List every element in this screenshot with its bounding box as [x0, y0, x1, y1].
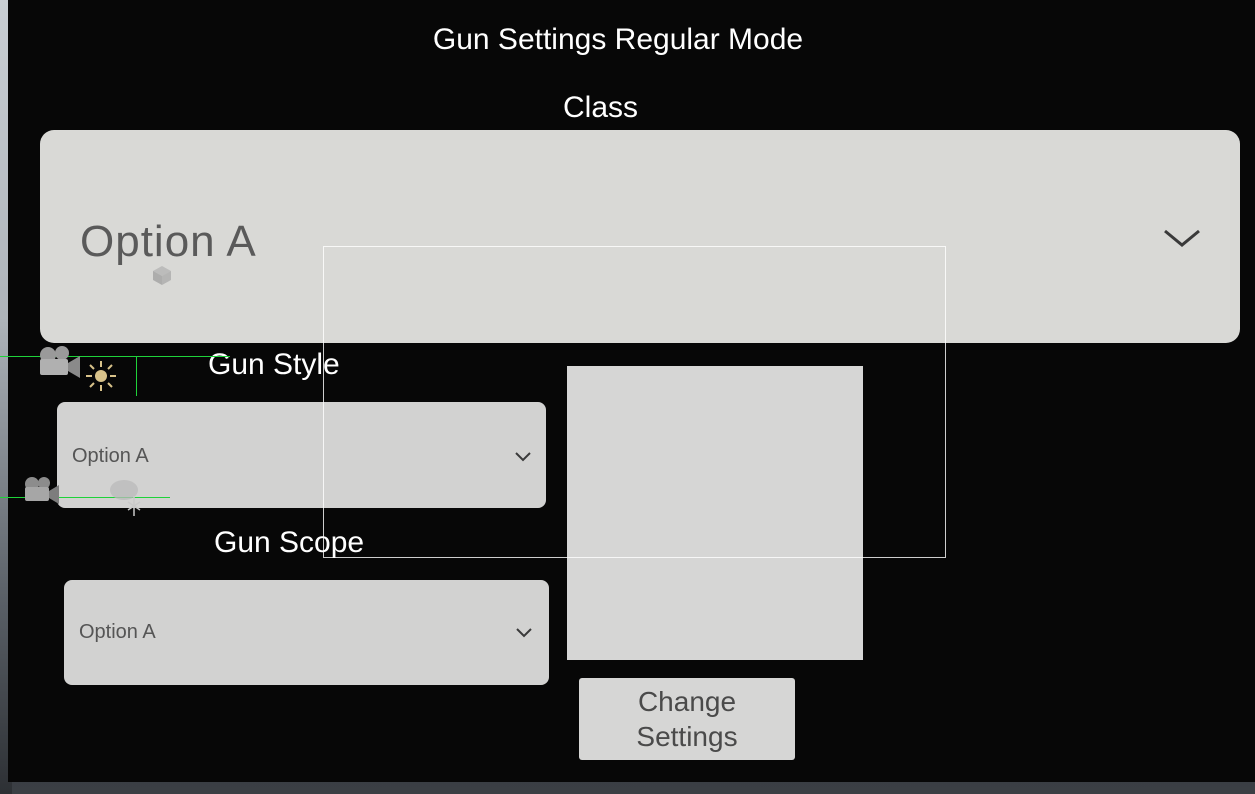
- light-gizmo-icon: [110, 480, 141, 516]
- cube-gizmo-icon: [153, 266, 171, 285]
- light-gizmo-icon: [86, 361, 116, 391]
- gun-preview-image: [567, 366, 863, 660]
- gun-settings-panel: Gun Settings Regular Mode Class Option A…: [8, 0, 1255, 782]
- class-dropdown-value: Option A: [80, 217, 257, 266]
- page-title: Gun Settings Regular Mode: [432, 23, 804, 56]
- change-settings-label: Change Settings: [636, 686, 738, 752]
- change-settings-button[interactable]: Change Settings: [579, 678, 795, 760]
- scene-view: Gun Settings Regular Mode Class Option A…: [0, 0, 1255, 794]
- camera-gizmo-icon: [25, 477, 59, 504]
- gun-scope-dropdown[interactable]: Option A: [64, 580, 549, 685]
- camera-gizmo-icon: [40, 346, 80, 378]
- chevron-down-icon: [1164, 229, 1200, 247]
- class-dropdown[interactable]: Option A: [40, 130, 1240, 343]
- gizmo-line: [0, 356, 230, 357]
- class-label: Class: [563, 91, 639, 124]
- gun-style-label: Gun Style: [208, 348, 340, 381]
- chevron-down-icon: [515, 452, 531, 462]
- chevron-down-icon: [516, 628, 532, 638]
- gun-style-dropdown-value: Option A: [72, 445, 149, 467]
- gizmo-line: [136, 356, 137, 396]
- gun-scope-dropdown-value: Option A: [79, 621, 156, 643]
- gun-scope-label: Gun Scope: [214, 526, 365, 559]
